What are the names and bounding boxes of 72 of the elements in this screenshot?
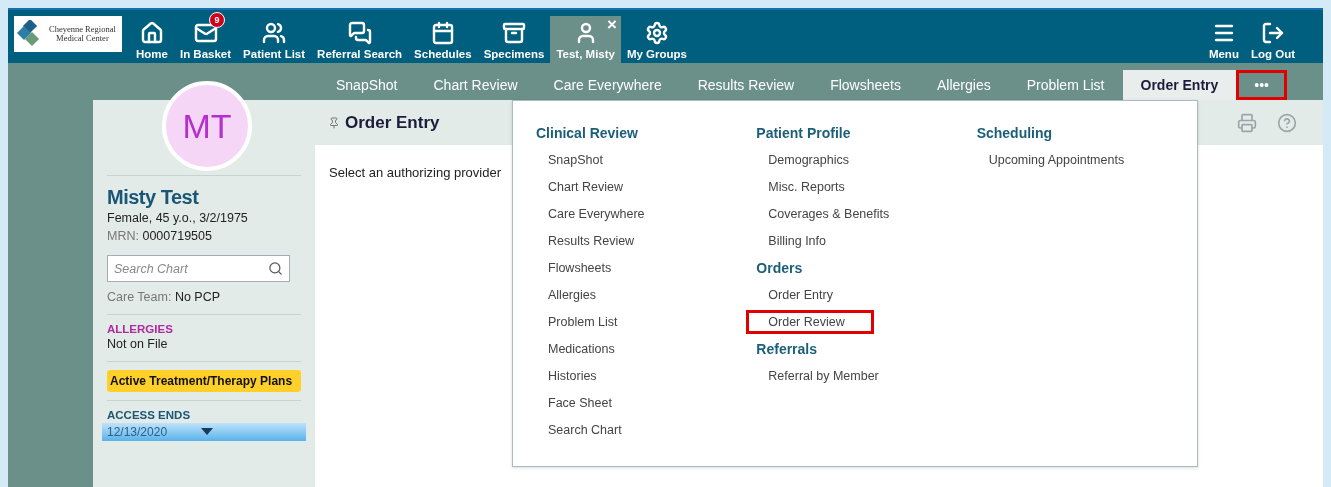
provider-message: Select an authorizing provider (329, 165, 501, 180)
dropdown-link[interactable]: Flowsheets (526, 256, 621, 280)
print-icon[interactable] (1237, 112, 1257, 133)
section-heading: Scheduling (976, 124, 1053, 143)
patient-details: Female, 45 y.o., 3/2/1975 (107, 210, 249, 227)
search-icon[interactable] (268, 261, 283, 276)
tab[interactable]: Chart Review (415, 70, 536, 100)
nav-item[interactable]: 9 In Basket (173, 10, 238, 63)
dropdown-link[interactable]: Misc. Reports (746, 175, 854, 199)
chat-icon (347, 21, 372, 45)
people-icon (262, 21, 287, 45)
dropdown-link[interactable]: Demographics (746, 148, 858, 172)
caret-icon (201, 428, 214, 436)
date-dropdown[interactable]: 12/13/2020 (102, 423, 306, 441)
activity-title: Order Entry (345, 112, 440, 133)
dropdown-link[interactable]: Histories (526, 364, 606, 388)
nav-item[interactable]: × Test, Misty (550, 16, 621, 63)
dropdown-link[interactable]: Referral by Member (746, 364, 888, 388)
dropdown-link[interactable]: Order Review (746, 310, 874, 334)
dropdown-link[interactable]: Care Everywhere (526, 202, 654, 226)
dropdown-link[interactable]: Chart Review (526, 175, 633, 199)
section-heading: Clinical Review (536, 124, 638, 143)
dropdown-link[interactable]: Upcoming Appointments (966, 148, 1134, 172)
nav-item[interactable]: Specimens (477, 10, 551, 63)
dropdown-link[interactable]: SnapShot (526, 148, 612, 172)
nav-item[interactable]: Patient List (237, 10, 312, 63)
dropdown-link[interactable]: Search Chart (526, 418, 631, 442)
logout-icon (1260, 21, 1285, 45)
tab[interactable]: Results Review (679, 70, 813, 100)
mrn: MRN: 0000719505 (107, 228, 213, 245)
allergies-label: ALLERGIES (107, 323, 174, 335)
dropdown-link[interactable]: Results Review (526, 229, 644, 253)
pin-icon[interactable] (328, 116, 340, 129)
home-icon (139, 21, 164, 45)
section-heading: Referrals (756, 340, 818, 359)
tab[interactable]: Order Entry (1122, 70, 1237, 100)
nav-item[interactable]: Home (130, 10, 174, 63)
menu-button[interactable]: Menu (1202, 10, 1245, 63)
section-heading: Orders (756, 259, 803, 278)
search-field[interactable]: Search Chart (107, 255, 290, 282)
tab[interactable]: Problem List (1008, 70, 1123, 100)
dropdown-link[interactable]: Coverages & Benefits (746, 202, 899, 226)
dropdown-link[interactable]: Order Entry (746, 283, 842, 307)
envelope-icon (193, 21, 218, 45)
tab[interactable]: SnapShot (318, 70, 416, 100)
avatar: MT (162, 81, 252, 171)
dropdown-link[interactable]: Billing Info (746, 229, 835, 253)
dropdown-link[interactable]: Medications (526, 337, 624, 361)
calendar-icon (430, 21, 455, 45)
logout-button[interactable]: Log Out (1244, 10, 1301, 63)
tab[interactable]: Flowsheets (812, 70, 919, 100)
tab[interactable]: ••• (1236, 70, 1288, 100)
tab[interactable]: Care Everywhere (535, 70, 680, 100)
help-icon[interactable] (1277, 112, 1297, 133)
care-team: Care Team: No PCP (107, 289, 222, 306)
allergies-value: Not on File (107, 336, 169, 353)
notification-badge: 9 (209, 12, 226, 28)
therapy-plans-button[interactable]: Active Treatment/Therapy Plans (107, 370, 301, 392)
access-ends-label: ACCESS ENDS (107, 409, 192, 421)
dropdown-link[interactable]: Face Sheet (526, 391, 621, 415)
box-icon (502, 21, 526, 45)
nav-item[interactable]: Schedules (408, 10, 478, 63)
gear-icon (645, 21, 669, 45)
close-button[interactable]: × (607, 16, 617, 33)
nav-item[interactable]: Referral Search (311, 10, 409, 63)
nav-item[interactable]: My Groups (620, 10, 693, 63)
section-heading: Patient Profile (756, 124, 851, 143)
tab[interactable]: Allergies (919, 70, 1009, 100)
logo-text: Cheyenne Regional Medical Center (49, 25, 116, 43)
dropdown-link[interactable]: Allergies (526, 283, 605, 307)
dropdown-link[interactable]: Problem List (526, 310, 627, 334)
patient-name: Misty Test (107, 186, 200, 209)
